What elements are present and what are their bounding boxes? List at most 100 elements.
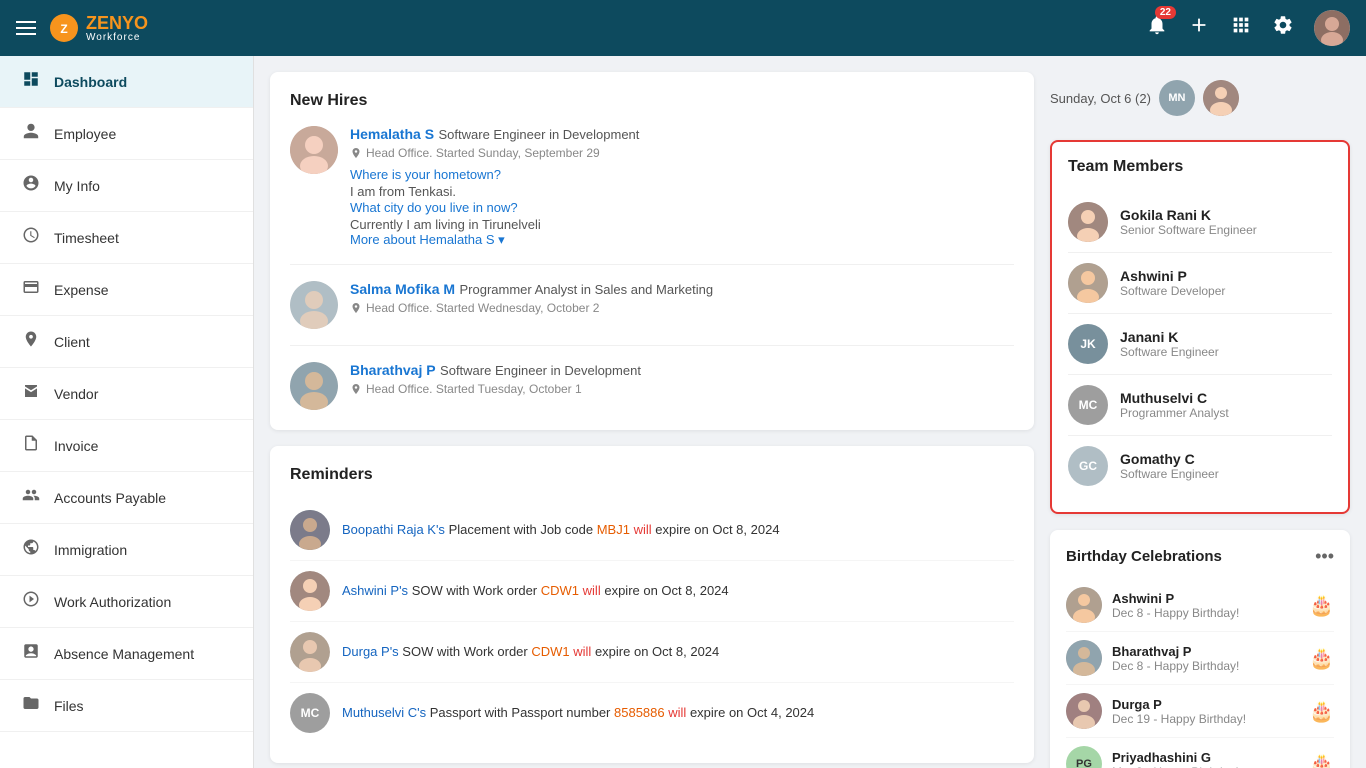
reminder-item-boopathi: Boopathi Raja K's Placement with Job cod… <box>290 500 1014 561</box>
sidebar-item-work-authorization[interactable]: Work Authorization <box>0 576 253 628</box>
sidebar-label-work-authorization: Work Authorization <box>54 594 171 610</box>
bday-date-bharathvaj: Dec 8 - Happy Birthday! <box>1112 659 1239 673</box>
sidebar-label-accounts-payable: Accounts Payable <box>54 490 166 506</box>
hire-qa-hemalatha: Where is your hometown? I am from Tenkas… <box>350 166 639 232</box>
reminder-avatar-ashwini <box>290 571 330 611</box>
header-left: Z ZENYO Workforce <box>16 12 148 44</box>
sidebar-label-invoice: Invoice <box>54 438 98 454</box>
birthday-avatar-ashwini <box>1066 587 1102 623</box>
member-avatar-muthuselvi-team: MC <box>1068 385 1108 425</box>
sidebar-item-files[interactable]: Files <box>0 680 253 732</box>
hire-more-hemalatha[interactable]: More about Hemalatha S ▾ <box>350 232 639 248</box>
sidebar-item-employee[interactable]: Employee <box>0 108 253 160</box>
birthday-avatar-priyadhashini: PG <box>1066 746 1102 768</box>
sidebar-item-dashboard[interactable]: Dashboard <box>0 56 253 108</box>
hire-item-hemalatha: Hemalatha S Software Engineer in Develop… <box>290 126 1014 265</box>
member-info-ashwini: Ashwini P Software Developer <box>1120 268 1225 298</box>
birthday-header: Birthday Celebrations ••• <box>1066 546 1334 567</box>
birthday-avatar-bharathvaj <box>1066 640 1102 676</box>
expense-icon <box>20 278 42 301</box>
accounts-payable-icon <box>20 486 42 509</box>
bday-date-ashwini: Dec 8 - Happy Birthday! <box>1112 606 1239 620</box>
sidebar-label-expense: Expense <box>54 282 108 298</box>
timesheet-icon <box>20 226 42 249</box>
hire-location-salma: Head Office. Started Wednesday, October … <box>350 301 713 315</box>
reminder-text-boopathi: Boopathi Raja K's Placement with Job cod… <box>342 520 780 540</box>
hire-item-salma: Salma Mofika M Programmer Analyst in Sal… <box>290 281 1014 346</box>
birthday-menu-dots[interactable]: ••• <box>1315 546 1334 567</box>
member-info-muthuselvi: Muthuselvi C Programmer Analyst <box>1120 390 1229 420</box>
sidebar-item-timesheet[interactable]: Timesheet <box>0 212 253 264</box>
sidebar-label-immigration: Immigration <box>54 542 127 558</box>
grid-menu[interactable] <box>1230 14 1252 42</box>
avatar-second <box>1203 80 1239 116</box>
team-members-card: Team Members Gokila Rani K Senior Softwa… <box>1050 140 1350 514</box>
birthday-info-priyadhashini: Priyadhashini G Mar 2 - Happy Birthday! <box>1112 750 1239 768</box>
dashboard-icon <box>20 70 42 93</box>
member-role-gomathy: Software Engineer <box>1120 467 1219 481</box>
hire-info-bharathvaj: Bharathvaj P Software Engineer in Develo… <box>350 362 641 410</box>
sidebar-label-myinfo: My Info <box>54 178 100 194</box>
birthday-title: Birthday Celebrations <box>1066 548 1222 565</box>
sidebar-item-myinfo[interactable]: My Info <box>0 160 253 212</box>
sidebar-item-immigration[interactable]: Immigration <box>0 524 253 576</box>
settings-gear[interactable] <box>1272 14 1294 42</box>
team-member-muthuselvi: MC Muthuselvi C Programmer Analyst <box>1068 375 1332 436</box>
birthday-info-durga: Durga P Dec 19 - Happy Birthday! <box>1112 697 1246 726</box>
reminder-item-durga: Durga P's SOW with Work order CDW1 will … <box>290 622 1014 683</box>
birthday-item-durga: Durga P Dec 19 - Happy Birthday! 🎂 <box>1066 685 1334 738</box>
birthday-item-bharathvaj: Bharathvaj P Dec 8 - Happy Birthday! 🎂 <box>1066 632 1334 685</box>
birthday-info-bharathvaj: Bharathvaj P Dec 8 - Happy Birthday! <box>1112 644 1239 673</box>
birthday-info-ashwini: Ashwini P Dec 8 - Happy Birthday! <box>1112 591 1239 620</box>
client-icon <box>20 330 42 353</box>
sidebar-item-absence-management[interactable]: Absence Management <box>0 628 253 680</box>
user-avatar[interactable] <box>1314 10 1350 46</box>
reminder-text-durga: Durga P's SOW with Work order CDW1 will … <box>342 642 719 662</box>
member-info-janani: Janani K Software Engineer <box>1120 329 1219 359</box>
work-authorization-icon <box>20 590 42 613</box>
member-avatar-janani: JK <box>1068 324 1108 364</box>
sidebar-label-absence-management: Absence Management <box>54 646 194 662</box>
sidebar-item-vendor[interactable]: Vendor <box>0 368 253 420</box>
bday-name-bharathvaj: Bharathvaj P <box>1112 644 1239 659</box>
reminder-item-muthuselvi: MC Muthuselvi C's Passport with Passport… <box>290 683 1014 743</box>
reminder-avatar-boopathi <box>290 510 330 550</box>
member-avatar-gokila <box>1068 202 1108 242</box>
bday-date-priyadhashini: Mar 2 - Happy Birthday! <box>1112 765 1239 768</box>
sidebar: Dashboard Employee My Info Timesheet <box>0 56 254 768</box>
sidebar-item-invoice[interactable]: Invoice <box>0 420 253 472</box>
hire-item-bharathvaj: Bharathvaj P Software Engineer in Develo… <box>290 362 1014 410</box>
notification-bell[interactable]: 22 <box>1146 14 1168 42</box>
team-member-janani: JK Janani K Software Engineer <box>1068 314 1332 375</box>
sidebar-item-client[interactable]: Client <box>0 316 253 368</box>
date-header: Sunday, Oct 6 (2) MN <box>1050 72 1350 124</box>
new-hires-title: New Hires <box>290 92 1014 110</box>
member-role-janani: Software Engineer <box>1120 345 1219 359</box>
hire-name-bharathvaj: Bharathvaj P Software Engineer in Develo… <box>350 362 641 380</box>
notification-count: 22 <box>1155 6 1176 19</box>
myinfo-icon <box>20 174 42 197</box>
header-right: 22 <box>1146 10 1350 46</box>
hamburger-menu[interactable] <box>16 21 36 35</box>
sidebar-item-accounts-payable[interactable]: Accounts Payable <box>0 472 253 524</box>
absence-management-icon <box>20 642 42 665</box>
add-button[interactable] <box>1188 14 1210 42</box>
avatar-mn: MN <box>1159 80 1195 116</box>
hire-location-bharathvaj: Head Office. Started Tuesday, October 1 <box>350 382 641 396</box>
member-name-ashwini: Ashwini P <box>1120 268 1225 284</box>
bday-name-durga: Durga P <box>1112 697 1246 712</box>
member-name-gomathy: Gomathy C <box>1120 451 1219 467</box>
app-header: Z ZENYO Workforce 22 <box>0 0 1366 56</box>
member-name-janani: Janani K <box>1120 329 1219 345</box>
reminder-avatar-muthuselvi: MC <box>290 693 330 733</box>
birthday-item-ashwini: Ashwini P Dec 8 - Happy Birthday! 🎂 <box>1066 579 1334 632</box>
svg-text:Z: Z <box>60 22 67 36</box>
member-info-gokila: Gokila Rani K Senior Software Engineer <box>1120 207 1257 237</box>
team-members-title: Team Members <box>1068 158 1332 176</box>
hire-info-hemalatha: Hemalatha S Software Engineer in Develop… <box>350 126 639 248</box>
member-name-muthuselvi: Muthuselvi C <box>1120 390 1229 406</box>
reminder-item-ashwini: Ashwini P's SOW with Work order CDW1 wil… <box>290 561 1014 622</box>
sidebar-item-expense[interactable]: Expense <box>0 264 253 316</box>
member-info-gomathy: Gomathy C Software Engineer <box>1120 451 1219 481</box>
team-member-ashwini: Ashwini P Software Developer <box>1068 253 1332 314</box>
